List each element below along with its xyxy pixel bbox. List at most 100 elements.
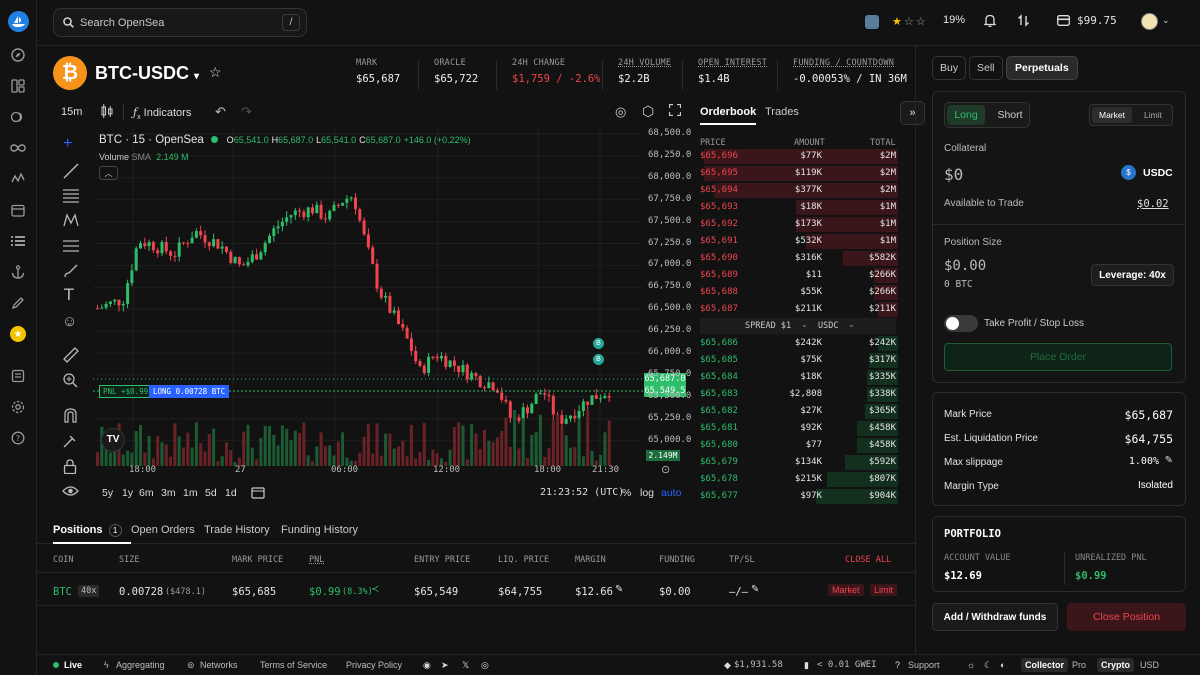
close-all-button[interactable]: CLOSE ALL: [845, 555, 891, 565]
magnet-icon[interactable]: [63, 408, 78, 426]
bid-row[interactable]: $65,680 $77 $458K: [694, 437, 898, 454]
lock-icon[interactable]: [63, 459, 77, 477]
crosshair-icon[interactable]: +: [63, 135, 72, 153]
edit-tpsl-icon[interactable]: ✎: [751, 584, 759, 595]
wallet-icon[interactable]: [1057, 15, 1070, 29]
bell-icon[interactable]: [983, 14, 997, 30]
list-icon[interactable]: [10, 233, 26, 249]
create-icon[interactable]: [10, 295, 26, 311]
chevron-down-icon[interactable]: ⌄: [1162, 15, 1170, 26]
ruler-icon[interactable]: [63, 347, 79, 366]
tokens-icon[interactable]: [10, 109, 26, 125]
chart-settings-icon[interactable]: ⬡: [642, 103, 654, 120]
range-button[interactable]: 6m: [139, 487, 154, 499]
wallet-balance[interactable]: $99.75: [1077, 14, 1117, 27]
activity-icon[interactable]: [10, 171, 26, 187]
bid-row[interactable]: $65,677 $97K $904K: [694, 488, 898, 505]
candle-type-icon[interactable]: [101, 104, 113, 121]
ask-row[interactable]: $65,693 $18K $1M: [694, 199, 898, 216]
tab-trade-history[interactable]: Trade History: [204, 524, 270, 536]
bid-row[interactable]: $65,681 $92K $458K: [694, 420, 898, 437]
ask-row[interactable]: $65,688 $55K $266K: [694, 284, 898, 301]
ask-row[interactable]: $65,692 $173K $1M: [694, 216, 898, 233]
range-button[interactable]: 1y: [122, 487, 133, 499]
usd-currency[interactable]: USD: [1140, 660, 1159, 670]
interval-selector[interactable]: 15m: [61, 106, 82, 118]
bid-row[interactable]: $65,678 $215K $807K: [694, 471, 898, 488]
support-icon[interactable]: ?: [10, 430, 26, 446]
leverage-button[interactable]: Leverage: 40x: [1091, 264, 1174, 286]
x-icon[interactable]: 𝕏: [462, 660, 469, 671]
edit-slippage-icon[interactable]: ✎: [1165, 455, 1173, 466]
short-tab[interactable]: Short: [991, 105, 1029, 125]
profile-avatar[interactable]: [1141, 13, 1158, 30]
tab-positions[interactable]: Positions 1: [53, 524, 122, 537]
light-mode-icon[interactable]: ☼: [967, 660, 975, 670]
bid-row[interactable]: $65,686 $242K $242K: [694, 335, 898, 352]
redo-icon[interactable]: ↷: [241, 104, 252, 120]
ask-row[interactable]: $65,694 $377K $2M: [694, 182, 898, 199]
settings-icon[interactable]: [10, 399, 26, 415]
spread-unit[interactable]: USDC: [818, 321, 838, 331]
price-chart[interactable]: [93, 126, 693, 486]
terms-link[interactable]: Terms of Service: [260, 660, 327, 670]
edit-margin-icon[interactable]: ✎: [615, 584, 623, 595]
ask-row[interactable]: $65,690 $316K $582K: [694, 250, 898, 267]
tab-orderbook[interactable]: Orderbook: [700, 106, 757, 125]
opensea-logo[interactable]: [8, 11, 29, 32]
document-icon[interactable]: [10, 368, 26, 384]
fullscreen-icon[interactable]: [668, 103, 682, 119]
tpsl-toggle[interactable]: [944, 315, 978, 332]
place-order-button[interactable]: Place Order: [944, 343, 1172, 371]
market-close-button[interactable]: Market: [828, 584, 864, 596]
close-position-button[interactable]: Close Position: [1067, 603, 1186, 631]
range-button[interactable]: 3m: [161, 487, 176, 499]
buy-tab[interactable]: Buy: [932, 56, 967, 80]
sell-tab[interactable]: Sell: [969, 56, 1003, 80]
text-icon[interactable]: T: [64, 285, 74, 304]
bid-row[interactable]: $65,684 $18K $335K: [694, 369, 898, 386]
auto-toggle[interactable]: auto: [661, 487, 681, 499]
limit-close-button[interactable]: Limit: [870, 584, 898, 596]
collapse-legend-button[interactable]: ︿: [99, 166, 118, 180]
bid-row[interactable]: $65,682 $27K $365K: [694, 403, 898, 420]
emoji-icon[interactable]: ☺: [62, 313, 77, 330]
add-withdraw-button[interactable]: Add / Withdraw funds: [932, 603, 1058, 631]
ask-row[interactable]: $65,689 $11 $266K: [694, 267, 898, 284]
tradingview-logo[interactable]: TV: [101, 428, 125, 452]
system-mode-icon[interactable]: ◐: [1000, 660, 1005, 670]
dark-mode-icon[interactable]: ☾: [984, 660, 992, 671]
instagram-icon[interactable]: ◎: [481, 660, 489, 671]
range-button[interactable]: 1d: [225, 487, 237, 499]
brush-icon[interactable]: [63, 263, 79, 282]
pos-coin[interactable]: BTC: [53, 586, 72, 598]
networks-link[interactable]: Networks: [200, 660, 238, 670]
lock-drawing-icon[interactable]: [63, 433, 78, 451]
pair-selector[interactable]: BTC-USDC ▾: [95, 63, 199, 84]
support-link[interactable]: Support: [908, 660, 940, 670]
position-size-input[interactable]: $0.00: [944, 258, 986, 274]
ask-row[interactable]: $65,687 $211K $211K: [694, 301, 898, 318]
swap-icon[interactable]: [1017, 14, 1030, 30]
available-value[interactable]: $0.02: [1137, 198, 1169, 210]
timezone-icon[interactable]: ⊙: [661, 463, 670, 476]
crypto-currency[interactable]: Crypto: [1097, 658, 1134, 672]
rewards-icon[interactable]: ★: [10, 326, 26, 342]
long-tab[interactable]: Long: [947, 105, 985, 125]
share-icon[interactable]: ≺: [371, 584, 379, 595]
compass-icon[interactable]: [10, 47, 26, 63]
range-button[interactable]: 5y: [102, 487, 113, 499]
collateral-input[interactable]: $0: [944, 165, 963, 184]
forecast-icon[interactable]: [63, 239, 79, 256]
ask-row[interactable]: $65,695 $119K $2M: [694, 165, 898, 182]
unit-chevron-icon[interactable]: ⌄: [848, 320, 855, 329]
buy-marker-icon[interactable]: B: [593, 338, 604, 349]
range-button[interactable]: 5d: [205, 487, 217, 499]
search-input[interactable]: Search OpenSea: [80, 17, 164, 29]
privacy-link[interactable]: Privacy Policy: [346, 660, 402, 670]
infinity-icon[interactable]: [10, 140, 26, 156]
search-box[interactable]: Search OpenSea /: [53, 8, 307, 37]
stars-rating[interactable]: ★☆☆: [892, 15, 928, 28]
buy-marker-icon[interactable]: B: [593, 354, 604, 365]
range-button[interactable]: 1m: [183, 487, 198, 499]
